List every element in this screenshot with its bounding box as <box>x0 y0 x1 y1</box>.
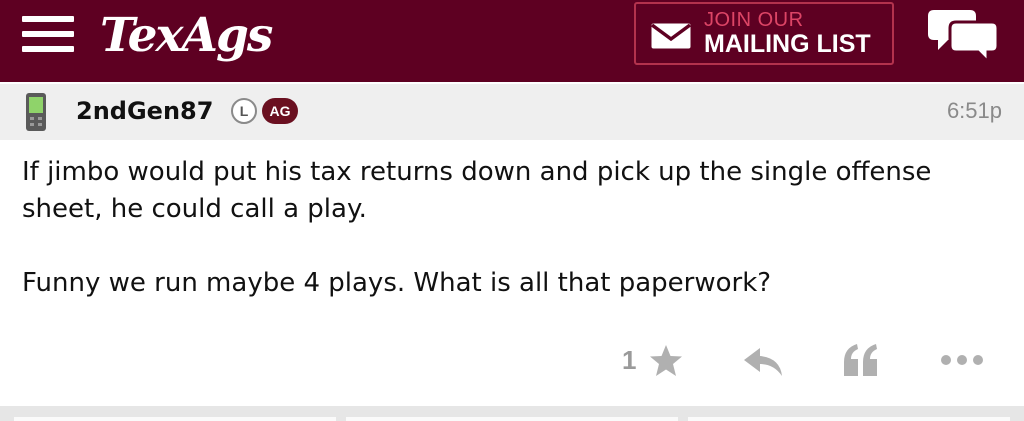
top-nav-bar: TexAgs JOIN OUR MAILING LIST <box>0 0 1024 82</box>
post-username[interactable]: 2ndGen87 <box>76 97 213 125</box>
post-timestamp: 6:51p <box>946 98 1002 123</box>
chat-icon[interactable] <box>926 4 1004 64</box>
mailing-list-line1: JOIN OUR <box>704 9 804 31</box>
ag-badge: AG <box>262 98 298 124</box>
star-icon[interactable] <box>648 343 684 379</box>
mailing-list-button[interactable]: JOIN OUR MAILING LIST <box>634 2 894 65</box>
post-header: 2ndGen87 L AG 6:51p <box>0 84 1024 140</box>
like-count: 1 <box>622 345 637 375</box>
menu-icon[interactable] <box>22 16 74 52</box>
mailing-list-line2: MAILING LIST <box>704 30 871 58</box>
post-body: If jimbo would put his tax returns down … <box>22 154 1002 302</box>
lifetime-badge: L <box>231 98 257 124</box>
mobile-phone-icon <box>26 93 46 131</box>
post-paragraph: Funny we run maybe 4 plays. What is all … <box>22 268 772 298</box>
quote-icon[interactable] <box>842 342 880 378</box>
post-paragraph: If jimbo would put his tax returns down … <box>22 157 932 224</box>
reply-icon[interactable] <box>742 345 784 379</box>
texags-logo[interactable]: TexAgs <box>100 6 273 66</box>
post-divider <box>0 406 1024 421</box>
more-icon[interactable] <box>940 354 984 366</box>
envelope-icon <box>650 23 692 49</box>
post-actions: 1 <box>0 340 1024 384</box>
